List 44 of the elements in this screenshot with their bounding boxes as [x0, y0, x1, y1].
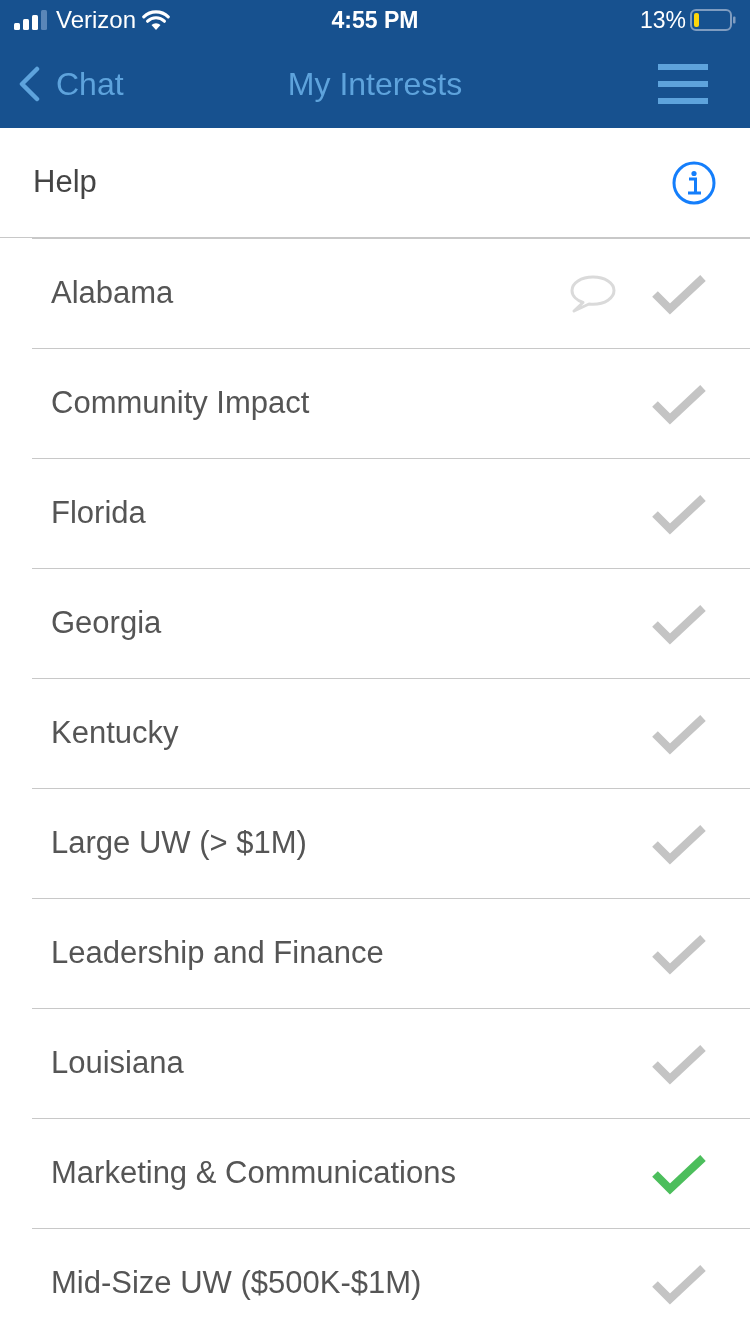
interest-row[interactable]: Marketing & Communications	[32, 1118, 750, 1228]
battery-icon	[690, 9, 736, 31]
interest-row[interactable]: Georgia	[32, 568, 750, 678]
page-title: My Interests	[287, 68, 463, 100]
help-label: Help	[33, 163, 97, 202]
help-row[interactable]: Help	[0, 128, 750, 238]
battery-percent: 13%	[639, 8, 686, 32]
speech-bubble-icon[interactable]	[570, 274, 616, 313]
menu-button[interactable]	[658, 64, 708, 104]
interest-row[interactable]: Alabama	[32, 238, 750, 348]
chevron-left-icon	[18, 66, 40, 102]
checkmark-icon[interactable]	[652, 822, 706, 865]
carrier-name: Verizon	[56, 8, 137, 32]
checkmark-icon[interactable]	[652, 492, 706, 535]
interest-row[interactable]: Louisiana	[32, 1008, 750, 1118]
interest-label: Marketing & Communications	[51, 1154, 456, 1193]
interest-label: Alabama	[51, 274, 174, 313]
menu-icon	[658, 64, 708, 104]
checkmark-icon[interactable]	[652, 1152, 706, 1195]
interest-label: Mid-Size UW ($500K-$1M)	[51, 1264, 422, 1303]
interest-row[interactable]: Mid-Size UW ($500K-$1M)	[32, 1228, 750, 1334]
interest-row[interactable]: Kentucky	[32, 678, 750, 788]
checkmark-icon[interactable]	[652, 932, 706, 975]
checkmark-icon[interactable]	[652, 712, 706, 755]
checkmark-icon[interactable]	[652, 602, 706, 645]
wifi-icon	[142, 10, 171, 30]
info-icon[interactable]	[672, 160, 716, 205]
interest-label: Florida	[51, 494, 146, 533]
interest-label: Louisiana	[51, 1044, 184, 1083]
interest-row[interactable]: Florida	[32, 458, 750, 568]
interest-row[interactable]: Community Impact	[32, 348, 750, 458]
checkmark-icon[interactable]	[652, 1262, 706, 1305]
checkmark-icon[interactable]	[652, 1042, 706, 1085]
interest-label: Large UW (> $1M)	[51, 824, 307, 863]
interest-row[interactable]: Leadership and Finance	[32, 898, 750, 1008]
status-time: 4:55 PM	[331, 8, 419, 32]
checkmark-icon[interactable]	[652, 272, 706, 315]
checkmark-icon[interactable]	[652, 382, 706, 425]
signal-icon	[14, 10, 50, 30]
interest-label: Leadership and Finance	[51, 934, 384, 973]
interest-label: Kentucky	[51, 714, 179, 753]
interest-row[interactable]: Large UW (> $1M)	[32, 788, 750, 898]
interest-label: Community Impact	[51, 384, 310, 423]
interest-label: Georgia	[51, 604, 162, 643]
